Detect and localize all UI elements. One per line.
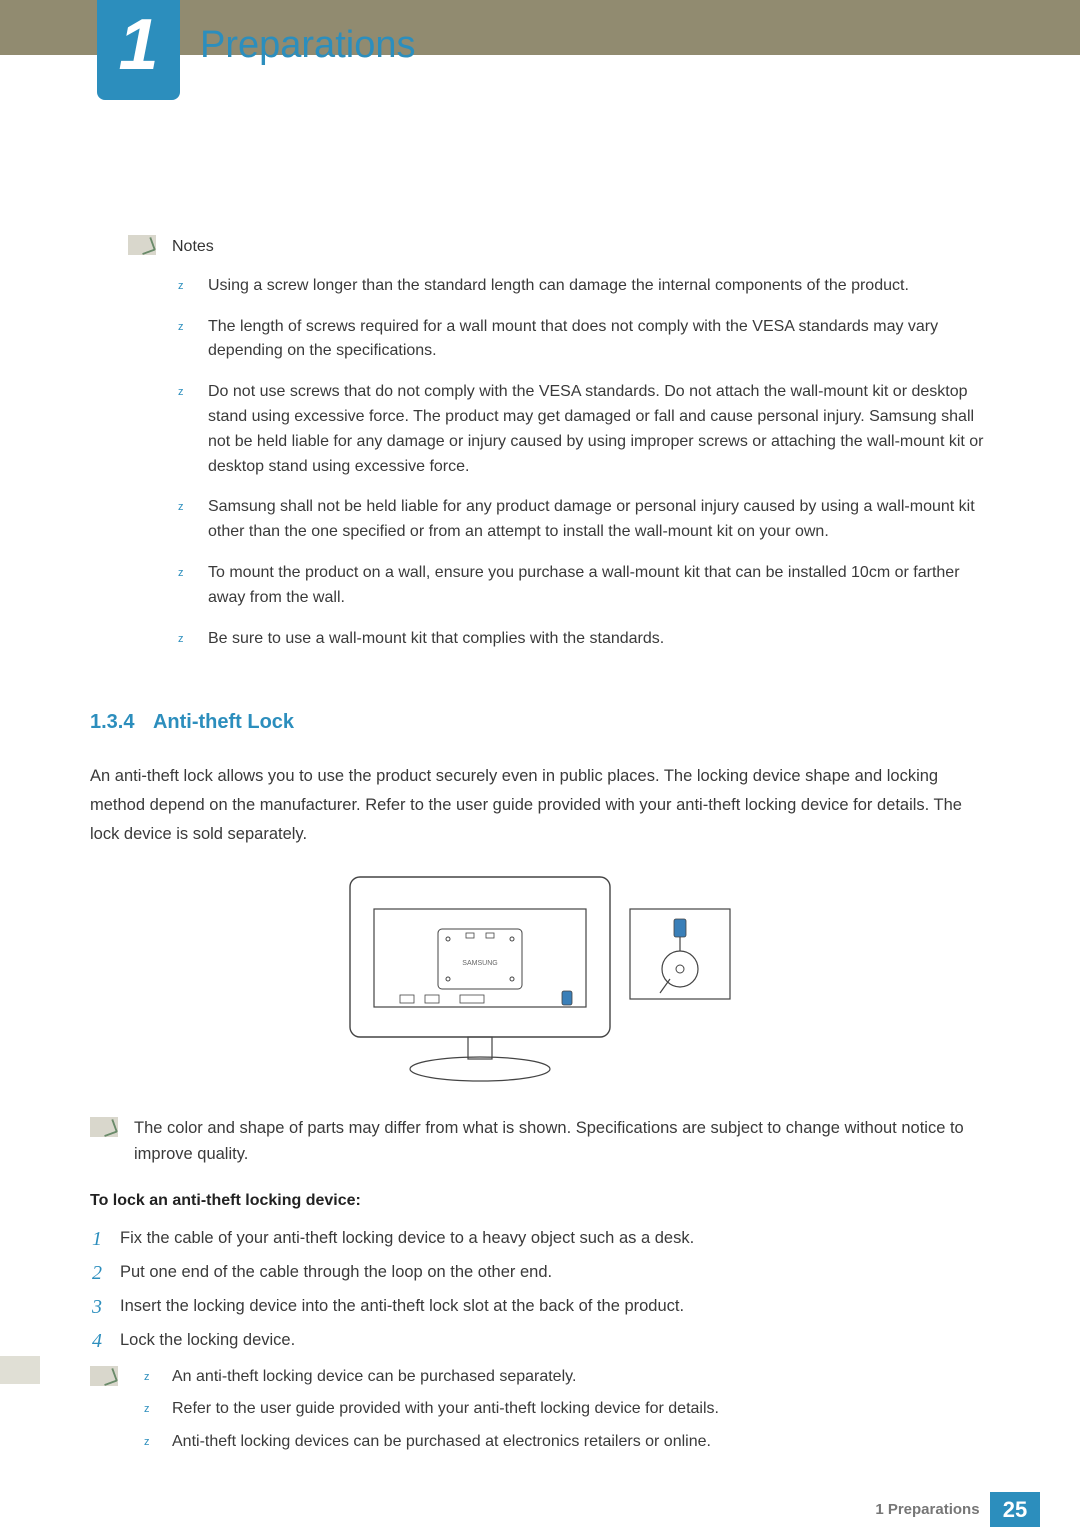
section-note-text: The color and shape of parts may differ …: [134, 1119, 964, 1163]
list-item: Fix the cable of your anti-theft locking…: [90, 1224, 990, 1252]
content-area: Notes Using a screw longer than the stan…: [90, 235, 990, 1455]
list-item: To mount the product on a wall, ensure y…: [172, 561, 990, 611]
list-item: Do not use screws that do not comply wit…: [172, 380, 990, 479]
list-item: Be sure to use a wall-mount kit that com…: [172, 627, 990, 652]
page: 1 Preparations Notes Using a screw longe…: [0, 0, 1080, 1527]
section-heading: 1.3.4 Anti-theft Lock: [90, 711, 990, 734]
list-item: Samsung shall not be held liable for any…: [172, 495, 990, 545]
list-item: Using a screw longer than the standard l…: [172, 274, 990, 299]
list-item: Insert the locking device into the anti-…: [90, 1292, 990, 1320]
section-intro: An anti-theft lock allows you to use the…: [90, 762, 990, 849]
chapter-number-badge: 1: [97, 0, 180, 100]
notes-list: Using a screw longer than the standard l…: [172, 274, 990, 652]
steps-list: Fix the cable of your anti-theft locking…: [90, 1224, 990, 1354]
list-item: The length of screws required for a wall…: [172, 315, 990, 365]
note-icon: [90, 1117, 118, 1137]
sub-notes-list: An anti-theft locking device can be purc…: [136, 1364, 990, 1455]
section-note: The color and shape of parts may differ …: [134, 1115, 990, 1168]
list-item: Put one end of the cable through the loo…: [90, 1258, 990, 1286]
lock-diagram: SAMSUNG: [330, 869, 750, 1089]
notes-heading-row: Notes: [172, 235, 990, 260]
list-item: Lock the locking device.: [90, 1326, 990, 1354]
brand-label: SAMSUNG: [462, 960, 497, 967]
section-title: Anti-theft Lock: [153, 711, 294, 733]
footer-page-number: 25: [990, 1492, 1040, 1527]
notes-section: Notes Using a screw longer than the stan…: [172, 235, 990, 651]
list-item: An anti-theft locking device can be purc…: [136, 1364, 990, 1390]
chapter-title: Preparations: [200, 24, 415, 67]
left-margin-marker: [0, 1356, 40, 1384]
steps-heading: To lock an anti-theft locking device:: [90, 1192, 990, 1210]
list-item: Anti-theft locking devices can be purcha…: [136, 1429, 990, 1455]
section-number: 1.3.4: [90, 711, 134, 734]
footer-chapter-label: 1 Preparations: [875, 1501, 979, 1518]
page-footer: 1 Preparations 25: [0, 1492, 1080, 1527]
notes-heading: Notes: [172, 238, 214, 255]
note-icon: [90, 1366, 118, 1386]
note-icon: [128, 235, 156, 255]
list-item: Refer to the user guide provided with yo…: [136, 1396, 990, 1422]
